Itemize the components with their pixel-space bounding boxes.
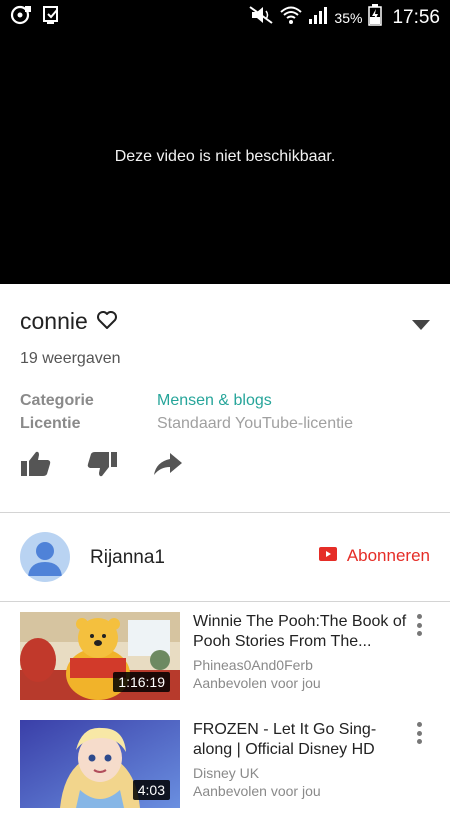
- meta-category-key: Categorie: [20, 392, 94, 409]
- meta-license-row: Licentie Standaard YouTube-licentie: [20, 415, 353, 433]
- channel-row: Rijanna1 Abonneren: [0, 513, 450, 601]
- mute-icon: [248, 5, 274, 30]
- thumbs-down-icon: [87, 452, 117, 477]
- heart-icon[interactable]: [96, 310, 118, 335]
- channel-name[interactable]: Rijanna1: [90, 547, 165, 569]
- subscribe-button[interactable]: Abonneren: [318, 546, 430, 566]
- like-button[interactable]: [20, 448, 52, 480]
- expand-chevron-icon[interactable]: [412, 317, 430, 335]
- battery-icon: [368, 4, 383, 31]
- view-count: 19 weergaven: [20, 350, 121, 367]
- youtube-play-icon: [318, 546, 337, 566]
- overflow-menu-icon[interactable]: [412, 722, 426, 744]
- status-bar: 35% 17:56: [0, 0, 450, 32]
- list-item[interactable]: 1:16:19 Winnie The Pooh:The Book of Pooh…: [0, 612, 450, 712]
- video-details: connie 19 weergaven Categorie Mensen & bl…: [0, 284, 450, 512]
- divider: [0, 601, 450, 602]
- player-message: Deze video is niet beschikbaar.: [114, 148, 336, 165]
- clock: 17:56: [392, 6, 440, 28]
- video-duration: 1:16:19: [113, 672, 170, 692]
- battery-percent: 35%: [334, 9, 363, 26]
- subscribe-label: Abonneren: [346, 546, 430, 565]
- action-bar: [20, 448, 218, 480]
- video-duration: 4:03: [132, 780, 170, 800]
- signal-icon: [308, 5, 328, 30]
- rec-title[interactable]: FROZEN - Let It Go Sing-along | Official…: [193, 720, 411, 760]
- video-thumbnail[interactable]: 1:16:19: [20, 612, 180, 700]
- share-button[interactable]: [152, 448, 184, 480]
- rec-reason: Aanbevolen voor jou: [193, 783, 321, 799]
- video-thumbnail[interactable]: 4:03: [20, 720, 180, 808]
- meta-category-row: Categorie Mensen & blogs: [20, 392, 272, 410]
- share-arrow-icon: [154, 453, 182, 475]
- rec-channel: Phineas0And0Ferb: [193, 657, 313, 673]
- thumbs-up-icon: [21, 451, 51, 476]
- rec-channel: Disney UK: [193, 765, 260, 781]
- wifi-icon: [280, 5, 303, 30]
- video-player[interactable]: Deze video is niet beschikbaar.: [0, 32, 450, 284]
- license-value: Standaard YouTube-licentie: [157, 415, 353, 432]
- overflow-menu-icon[interactable]: [412, 614, 426, 636]
- list-item[interactable]: 4:03 FROZEN - Let It Go Sing-along | Off…: [0, 720, 450, 820]
- screen-icon: [42, 5, 62, 30]
- dislike-button[interactable]: [86, 448, 118, 480]
- meta-license-key: Licentie: [20, 415, 81, 432]
- category-link[interactable]: Mensen & blogs: [157, 392, 272, 409]
- rec-title[interactable]: Winnie The Pooh:The Book of Pooh Stories…: [193, 612, 411, 652]
- notification-icon: [10, 5, 32, 30]
- video-title: connie: [20, 308, 88, 334]
- avatar[interactable]: [20, 532, 70, 582]
- rec-reason: Aanbevolen voor jou: [193, 675, 321, 691]
